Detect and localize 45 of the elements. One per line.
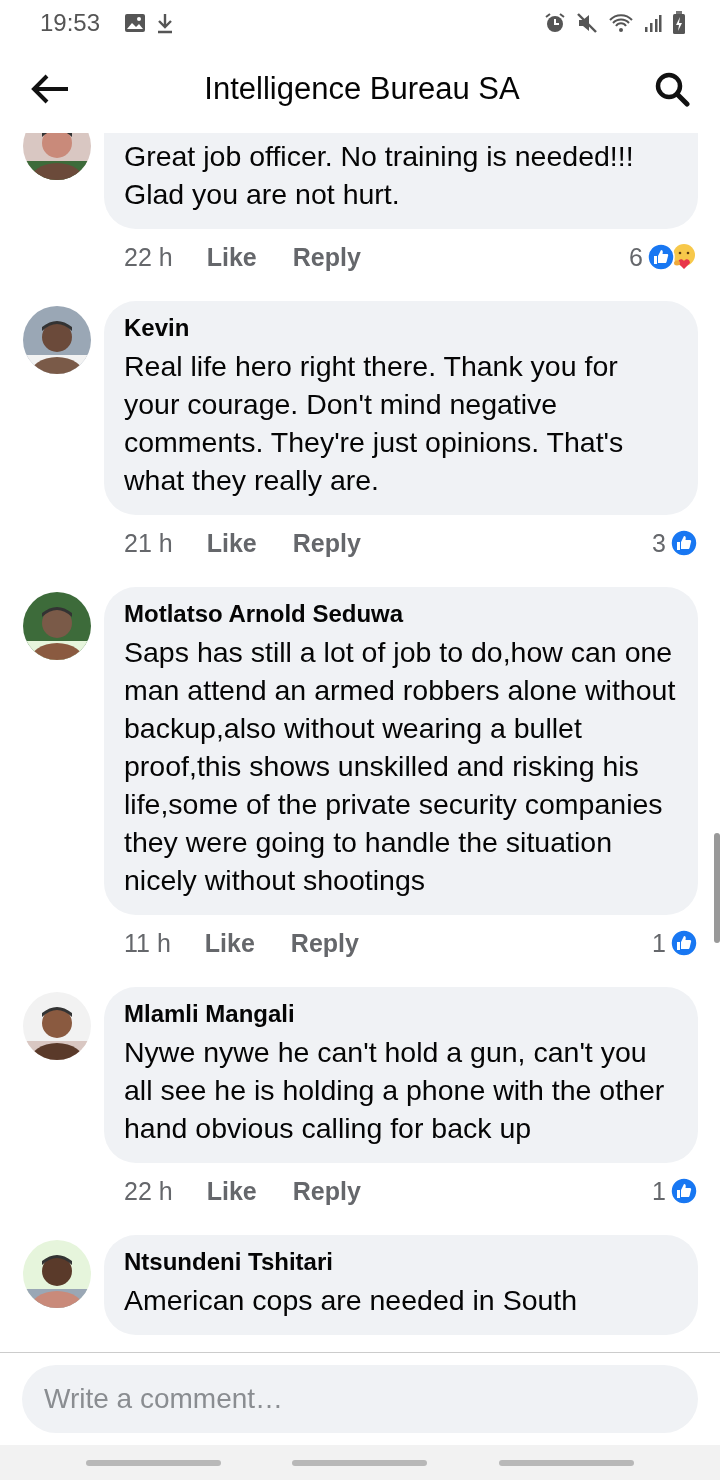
thumbs-up-icon[interactable] bbox=[670, 929, 698, 957]
comment-input-field[interactable]: Write a comment… bbox=[22, 1365, 698, 1433]
reaction-count: 3 bbox=[652, 528, 666, 558]
mute-icon bbox=[576, 11, 598, 34]
reaction-count: 1 bbox=[652, 1176, 666, 1206]
comment-time: 22 h bbox=[124, 1176, 173, 1206]
page-title: Intelligence Bureau SA bbox=[204, 71, 520, 107]
like-link[interactable]: Like bbox=[206, 528, 257, 558]
comment-text: Real life hero right there. Thank you for your courage. Don't mind negative comments. They're just opinions. That's what they really are. bbox=[124, 349, 625, 498]
like-link[interactable]: Like bbox=[204, 928, 255, 958]
reaction-count: 1 bbox=[652, 928, 666, 958]
signal-icon bbox=[644, 12, 662, 33]
thumbs-up-icon[interactable] bbox=[670, 529, 698, 557]
commenter-name[interactable]: Motlatso Arnold Seduwa bbox=[124, 599, 678, 629]
reply-link[interactable]: Reply bbox=[292, 528, 361, 558]
comment-text: American cops are needed in South bbox=[124, 1283, 579, 1318]
reply-link[interactable]: Reply bbox=[290, 928, 359, 958]
like-link[interactable]: Like bbox=[206, 1176, 257, 1206]
thumbs-up-icon[interactable] bbox=[647, 243, 675, 271]
comment-text: Great job officer. No training is needed!!! Glad you are not hurt. bbox=[124, 139, 635, 212]
status-time: 19:53 bbox=[40, 8, 101, 37]
like-link[interactable]: Like bbox=[206, 242, 257, 272]
comment-text: Saps has still a lot of job to do,how can one man attend an armed robbers alone without backup,also without wearing a bullet proof,this shows unskilled and risking his life,some of the private security companies they were going to handle the situation nicely without shootings bbox=[124, 635, 677, 898]
commenter-name[interactable]: Mlamli Mangali bbox=[124, 999, 678, 1029]
nav-handle[interactable] bbox=[499, 1459, 635, 1466]
reply-link[interactable]: Reply bbox=[292, 1176, 361, 1206]
comment-time: 21 h bbox=[124, 528, 173, 558]
reply-link[interactable]: Reply bbox=[292, 242, 361, 272]
reaction-count: 6 bbox=[629, 242, 643, 272]
wifi-icon bbox=[608, 11, 634, 34]
commenter-name[interactable]: Ntsundeni Tshitari bbox=[124, 1247, 678, 1277]
commenter-name[interactable]: Kevin bbox=[124, 313, 678, 343]
image-icon bbox=[124, 12, 147, 33]
nav-handle[interactable] bbox=[292, 1459, 428, 1466]
comment-text: Nywe nywe he can't hold a gun, can't you all see he is holding a phone with the other hand obvious calling for back up bbox=[124, 1035, 666, 1146]
scrollbar[interactable] bbox=[714, 833, 720, 943]
comment-time: 22 h bbox=[124, 242, 173, 272]
thumbs-up-icon[interactable] bbox=[670, 1177, 698, 1205]
download-icon bbox=[156, 11, 175, 34]
back-arrow-icon[interactable] bbox=[30, 73, 70, 105]
search-icon[interactable] bbox=[654, 71, 690, 107]
comment-time: 11 h bbox=[124, 928, 171, 958]
battery-icon bbox=[672, 10, 686, 35]
nav-handle[interactable] bbox=[85, 1459, 221, 1466]
alarm-icon bbox=[544, 11, 566, 34]
